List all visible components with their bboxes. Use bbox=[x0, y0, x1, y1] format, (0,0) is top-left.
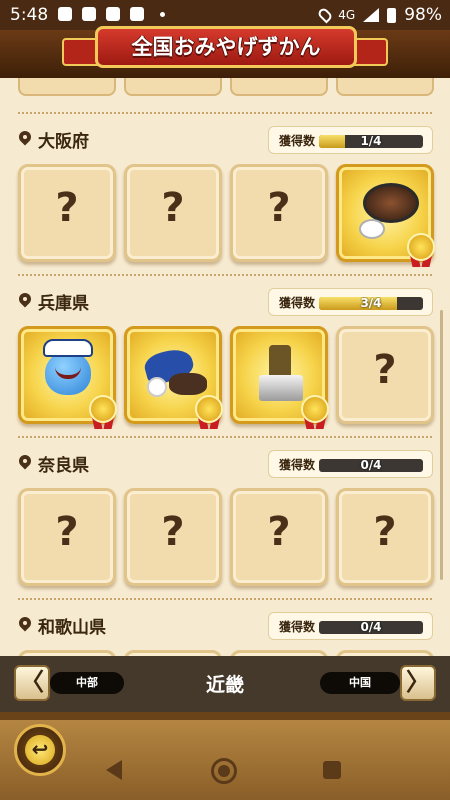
map-pin-icon bbox=[18, 293, 32, 310]
section-divider bbox=[18, 112, 432, 114]
prefecture-name: 奈良県 bbox=[38, 455, 89, 476]
nav-recents-icon[interactable] bbox=[323, 761, 341, 779]
next-region-button[interactable]: 〉 bbox=[400, 665, 436, 701]
progress-bar: 3/4 bbox=[319, 297, 423, 310]
slime-medal-icon bbox=[87, 395, 119, 429]
unknown-mark: ? bbox=[267, 185, 291, 231]
map-pin-icon bbox=[18, 617, 32, 634]
section-header: 兵庫県 bbox=[18, 286, 89, 316]
more-notifications-icon bbox=[160, 11, 165, 17]
notification-icons bbox=[58, 7, 165, 21]
section-divider bbox=[18, 274, 432, 276]
unknown-mark: ? bbox=[161, 509, 185, 555]
system-navigation-bar bbox=[0, 742, 450, 800]
progress-text: 1/4 bbox=[360, 135, 382, 148]
obtained-count: 獲得数 1/4 bbox=[268, 126, 433, 154]
section-divider bbox=[18, 598, 432, 600]
souvenir-card-unknown[interactable]: ? bbox=[336, 488, 434, 586]
nav-home-icon[interactable] bbox=[211, 758, 237, 784]
progress-text: 0/4 bbox=[360, 459, 382, 472]
souvenir-card[interactable] bbox=[230, 78, 328, 96]
system-indicators: 4G 98% bbox=[316, 5, 442, 25]
sailor-hat-image bbox=[43, 339, 93, 357]
next-region-label[interactable]: 中国 bbox=[320, 672, 400, 694]
progress-bar: 0/4 bbox=[319, 621, 423, 634]
obtained-count: 獲得数 3/4 bbox=[268, 288, 433, 316]
unknown-mark: ? bbox=[373, 347, 397, 393]
statue-image bbox=[269, 345, 291, 375]
clock: 5:48 bbox=[10, 5, 49, 25]
obtained-count-label: 獲得数 bbox=[279, 620, 316, 634]
baseball-image bbox=[147, 377, 167, 397]
souvenir-card-obtained[interactable] bbox=[18, 326, 117, 429]
souvenir-card-unknown[interactable]: ? bbox=[18, 164, 116, 262]
page-title: 全国おみやげずかん bbox=[95, 26, 357, 68]
prefecture-section-wakayama: 和歌山県 獲得数 0/4 bbox=[0, 610, 450, 656]
progress-text: 3/4 bbox=[360, 297, 382, 310]
notification-app-icon bbox=[82, 7, 96, 21]
network-type: 4G bbox=[338, 8, 356, 22]
prefecture-name: 兵庫県 bbox=[38, 293, 89, 314]
souvenir-card-obtained[interactable] bbox=[336, 164, 435, 267]
souvenir-card-obtained[interactable] bbox=[124, 326, 223, 429]
stadium-dirt-image bbox=[169, 373, 207, 395]
souvenir-card-unknown[interactable]: ? bbox=[124, 488, 222, 586]
scrollbar[interactable] bbox=[440, 310, 443, 580]
souvenir-card-unknown[interactable]: ? bbox=[230, 488, 328, 586]
obtained-count: 獲得数 0/4 bbox=[268, 450, 433, 478]
current-region: 近畿 bbox=[205, 674, 244, 696]
souvenir-card[interactable] bbox=[336, 78, 434, 96]
battery-icon bbox=[387, 7, 397, 23]
souvenir-card-unknown[interactable]: ? bbox=[18, 488, 116, 586]
obtained-count-label: 獲得数 bbox=[279, 296, 316, 310]
weather-icon bbox=[58, 7, 72, 21]
souvenir-card[interactable] bbox=[18, 78, 116, 96]
bottom-panel-trim bbox=[0, 712, 450, 720]
slime-medal-icon bbox=[193, 395, 225, 429]
progress-text: 0/4 bbox=[360, 621, 382, 634]
unknown-mark: ? bbox=[55, 509, 79, 555]
nfc-icon bbox=[106, 7, 120, 21]
progress-bar: 1/4 bbox=[319, 135, 423, 148]
location-icon bbox=[316, 6, 334, 24]
unknown-mark: ? bbox=[55, 185, 79, 231]
signal-icon bbox=[363, 8, 380, 22]
souvenir-card[interactable] bbox=[124, 78, 222, 96]
section-header: 大阪府 bbox=[18, 124, 89, 154]
progress-bar: 0/4 bbox=[319, 459, 423, 472]
obtained-count-label: 獲得数 bbox=[279, 134, 316, 148]
region-navigation: 〈 中部 近畿 中国 〉 bbox=[0, 656, 450, 712]
souvenir-list[interactable]: 大阪府 獲得数 1/4 ? ? ? 兵庫県 獲得数 3/4 ? 奈良県 獲得数 … bbox=[0, 78, 450, 656]
souvenir-card-unknown[interactable]: ? bbox=[230, 164, 328, 262]
previous-region-button[interactable]: 〈 bbox=[14, 665, 50, 701]
steak-plate-image bbox=[363, 183, 419, 223]
download-icon bbox=[130, 7, 144, 21]
prefecture-section-nara: 奈良県 獲得数 0/4 ? ? ? ? bbox=[0, 448, 450, 608]
prefecture-section-hyogo: 兵庫県 獲得数 3/4 ? bbox=[0, 286, 450, 446]
obtained-count: 獲得数 0/4 bbox=[268, 612, 433, 640]
unknown-mark: ? bbox=[373, 509, 397, 555]
souvenir-card-obtained[interactable] bbox=[230, 326, 329, 429]
section-header: 奈良県 bbox=[18, 448, 89, 478]
slime-medal-icon bbox=[405, 233, 437, 267]
prefecture-section-osaka: 大阪府 獲得数 1/4 ? ? ? bbox=[0, 124, 450, 284]
prefecture-name: 和歌山県 bbox=[38, 617, 106, 638]
nav-back-icon[interactable] bbox=[106, 760, 122, 780]
statue-pedestal-image bbox=[259, 375, 303, 401]
rice-bowl-image bbox=[359, 219, 385, 239]
unknown-mark: ? bbox=[161, 185, 185, 231]
unknown-mark: ? bbox=[267, 509, 291, 555]
section-divider bbox=[18, 436, 432, 438]
slime-medal-icon bbox=[299, 395, 331, 429]
souvenir-card-unknown[interactable]: ? bbox=[124, 164, 222, 262]
souvenir-card-unknown[interactable]: ? bbox=[336, 326, 434, 424]
map-pin-icon bbox=[18, 131, 32, 148]
previous-region-label[interactable]: 中部 bbox=[50, 672, 124, 694]
battery-level: 98% bbox=[404, 5, 442, 25]
previous-section-row bbox=[0, 78, 450, 102]
prefecture-name: 大阪府 bbox=[38, 131, 89, 152]
map-pin-icon bbox=[18, 455, 32, 472]
obtained-count-label: 獲得数 bbox=[279, 458, 316, 472]
section-header: 和歌山県 bbox=[18, 610, 106, 640]
